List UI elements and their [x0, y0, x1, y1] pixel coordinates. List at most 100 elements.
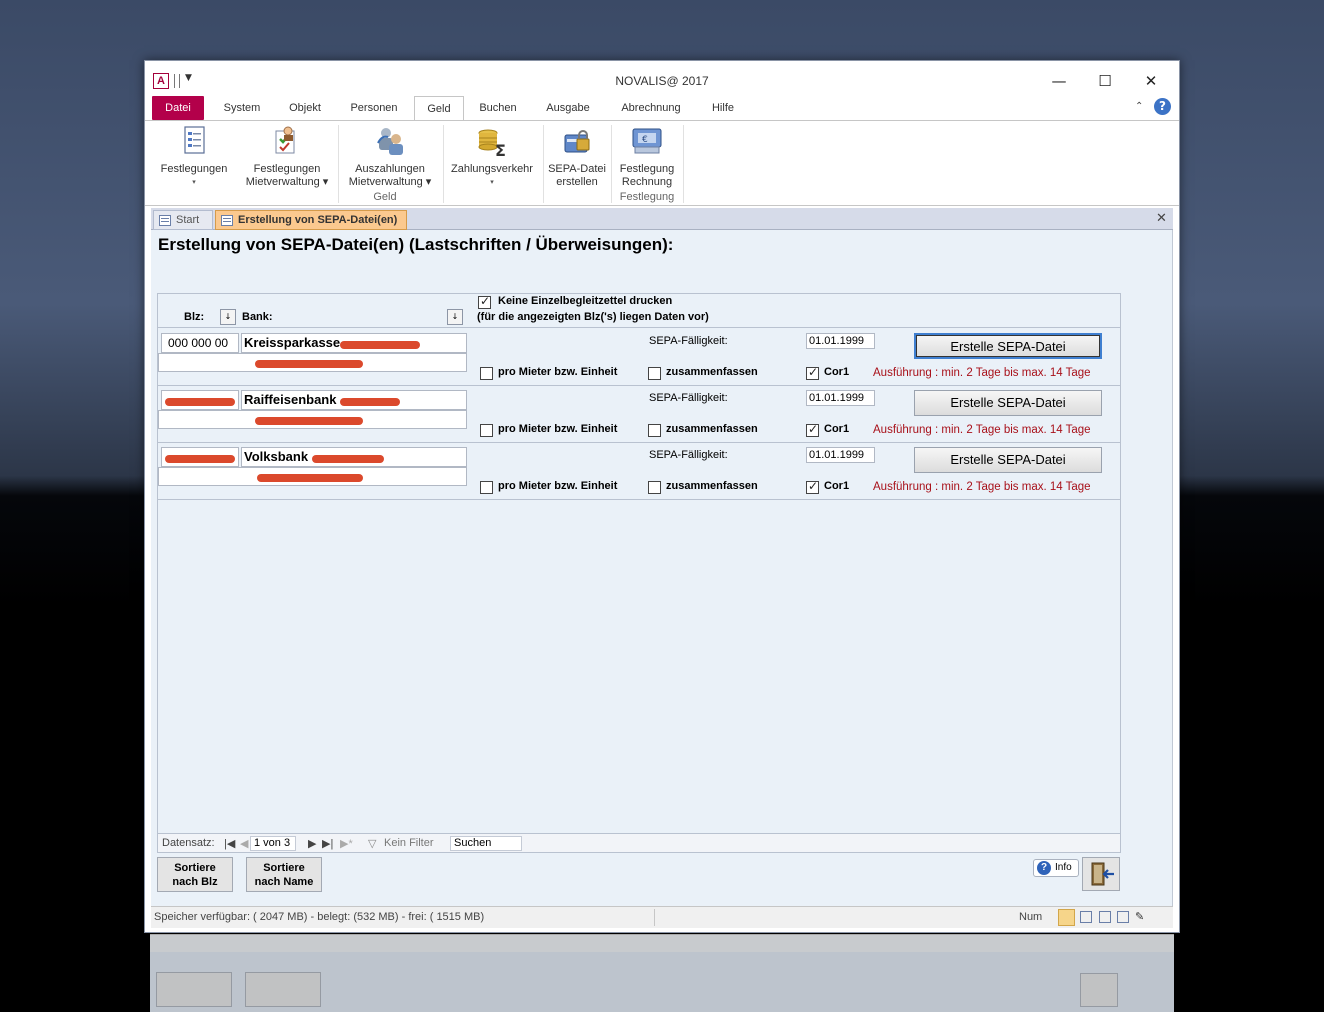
maximize-button[interactable]: ☐ — [1090, 69, 1120, 93]
faelligkeit-date-field[interactable]: 01.01.1999 — [806, 333, 875, 349]
bic-field[interactable] — [158, 410, 467, 429]
invoice-icon: € — [631, 125, 663, 157]
zusammenfassen-checkbox[interactable] — [648, 367, 661, 380]
erstelle-sepa-datei-button[interactable]: Erstelle SEPA-Datei — [914, 333, 1102, 359]
last-record-icon[interactable]: ▶| — [322, 837, 333, 850]
exit-button[interactable] — [1082, 857, 1120, 891]
bank-name-field[interactable]: Volksbank — [241, 447, 467, 467]
pro-mieter-label: pro Mieter bzw. Einheit — [498, 480, 618, 492]
window-reflection — [150, 934, 1174, 1012]
prev-record-icon[interactable]: ◀ — [240, 837, 248, 850]
tab-datei[interactable]: Datei — [152, 96, 204, 120]
pro-mieter-label: pro Mieter bzw. Einheit — [498, 423, 618, 435]
festlegung-label-2: Rechnung — [621, 176, 673, 188]
faelligkeit-date-field[interactable]: 01.01.1999 — [806, 390, 875, 406]
sort-by-blz-button[interactable]: Sortiere nach Blz — [157, 857, 233, 892]
bank-name-text: Volksbank — [244, 449, 309, 464]
cor1-label: Cor1 — [824, 423, 850, 435]
blz-field[interactable] — [161, 447, 239, 467]
cor1-checkbox[interactable] — [806, 365, 819, 380]
datasheet-view-icon[interactable] — [1080, 911, 1092, 923]
title-bar: A ▼ NOVALIS@ 2017 — ☐ ✕ — [145, 61, 1179, 95]
tab-personen[interactable]: Personen — [342, 96, 406, 120]
record-position-field[interactable]: 1 von 3 — [250, 836, 296, 851]
close-document-icon[interactable]: ✕ — [1156, 211, 1167, 226]
bank-record: 000 000 00 Kreissparkasse SEPA-Fälligkei… — [158, 329, 1120, 386]
cor1-label: Cor1 — [824, 366, 850, 378]
blz-header-label: Blz: — [184, 311, 205, 323]
festlegungen-button[interactable]: Festlegungen ▾ — [155, 125, 233, 189]
sort-blz-icon[interactable]: ↓ — [220, 309, 236, 325]
sepa-form: Erstellung von SEPA-Datei(en) (Lastschri… — [151, 230, 1173, 906]
doc-tab-start[interactable]: Start — [153, 210, 213, 230]
tab-objekt[interactable]: Objekt — [279, 96, 331, 120]
first-record-icon[interactable]: |◀ — [224, 837, 235, 850]
ausfuehrung-note: Ausführung : min. 2 Tage bis max. 14 Tag… — [873, 367, 1091, 379]
sort-bank-icon[interactable]: ↓ — [447, 309, 463, 325]
minimize-button[interactable]: — — [1044, 69, 1074, 93]
close-window-button[interactable]: ✕ — [1136, 69, 1166, 93]
bic-field[interactable] — [158, 353, 467, 372]
bank-name-text: Raiffeisenbank — [244, 392, 337, 407]
design-view-icon[interactable]: ✎ — [1135, 910, 1144, 923]
zahlungsverkehr-button[interactable]: Σ Zahlungsverkehr ▾ — [445, 125, 539, 189]
zusammenfassen-label: zusammenfassen — [666, 366, 758, 378]
zusammenfassen-checkbox[interactable] — [648, 481, 661, 494]
redaction-mark — [257, 474, 363, 482]
blz-field[interactable] — [161, 390, 239, 410]
tab-abrechnung[interactable]: Abrechnung — [612, 96, 690, 120]
record-navigation-bar: Datensatz: |◀ ◀ 1 von 3 ▶ ▶| ▶* ▽ Kein F… — [158, 833, 1120, 852]
help-icon[interactable]: ? — [1154, 98, 1171, 115]
bank-name-field[interactable]: Raiffeisenbank — [241, 390, 467, 410]
next-record-icon[interactable]: ▶ — [308, 837, 316, 850]
sort-by-name-button[interactable]: Sortiere nach Name — [246, 857, 322, 892]
collapse-ribbon-icon[interactable]: ⌃ — [1135, 101, 1143, 112]
bank-record: Raiffeisenbank SEPA-Fälligkeit: 01.01.19… — [158, 386, 1120, 443]
doc-tab-sepa[interactable]: Erstellung von SEPA-Datei(en) — [215, 210, 407, 230]
bank-name-text: Kreissparkasse — [244, 335, 341, 350]
faelligkeit-date-field[interactable]: 01.01.1999 — [806, 447, 875, 463]
document-list-icon — [178, 125, 210, 157]
lock-card-icon — [561, 125, 593, 157]
festlegungen-mietverwaltung-button[interactable]: Festlegungen Mietverwaltung ▾ — [237, 125, 337, 189]
keine-einzelbegleitzettel-checkbox[interactable] — [478, 294, 491, 309]
tab-hilfe[interactable]: Hilfe — [703, 96, 743, 120]
pro-mieter-checkbox[interactable] — [480, 424, 493, 437]
bank-header-label: Bank: — [242, 311, 273, 323]
new-record-icon[interactable]: ▶* — [340, 837, 353, 850]
form-title: Erstellung von SEPA-Datei(en) (Lastschri… — [158, 235, 674, 254]
person-check-icon — [271, 125, 303, 157]
layout-view-icon[interactable] — [1099, 911, 1111, 923]
info-button[interactable]: ? Info — [1033, 859, 1079, 877]
redaction-mark — [340, 341, 420, 349]
cor1-checkbox[interactable] — [806, 422, 819, 437]
festlegung-rechnung-button[interactable]: € Festlegung Rechnung — [613, 125, 681, 189]
sepa-datei-erstellen-button[interactable]: SEPA-Datei erstellen — [545, 125, 609, 189]
filter-icon[interactable]: ▽ — [368, 837, 376, 850]
reflection-sort-name-button — [245, 972, 321, 1007]
erstelle-sepa-datei-button[interactable]: Erstelle SEPA-Datei — [914, 390, 1102, 416]
pro-mieter-checkbox[interactable] — [480, 481, 493, 494]
tab-buchen[interactable]: Buchen — [471, 96, 525, 120]
form-view-icon[interactable] — [1058, 909, 1075, 926]
erstelle-sepa-datei-button[interactable]: Erstelle SEPA-Datei — [914, 447, 1102, 473]
pivot-view-icon[interactable] — [1117, 911, 1129, 923]
auszahlungen-label-2: Mietverwaltung ▾ — [348, 176, 432, 188]
zusammenfassen-checkbox[interactable] — [648, 424, 661, 437]
search-input[interactable]: Suchen — [450, 836, 522, 851]
tab-system[interactable]: System — [215, 96, 269, 120]
faelligkeit-label: SEPA-Fälligkeit: — [649, 449, 728, 461]
tab-ausgabe[interactable]: Ausgabe — [537, 96, 599, 120]
bic-field[interactable] — [158, 467, 467, 486]
cor1-label: Cor1 — [824, 480, 850, 492]
kein-filter-label[interactable]: Kein Filter — [384, 837, 434, 849]
bank-name-field[interactable]: Kreissparkasse — [241, 333, 467, 353]
cor1-checkbox[interactable] — [806, 479, 819, 494]
zusammenfassen-label: zusammenfassen — [666, 480, 758, 492]
pro-mieter-label: pro Mieter bzw. Einheit — [498, 366, 618, 378]
tab-geld[interactable]: Geld — [414, 96, 464, 121]
blz-field[interactable]: 000 000 00 — [161, 333, 239, 353]
auszahlungen-mietverwaltung-button[interactable]: Auszahlungen Mietverwaltung ▾ — [340, 125, 440, 189]
doc-tab-start-label: Start — [176, 214, 200, 226]
pro-mieter-checkbox[interactable] — [480, 367, 493, 380]
